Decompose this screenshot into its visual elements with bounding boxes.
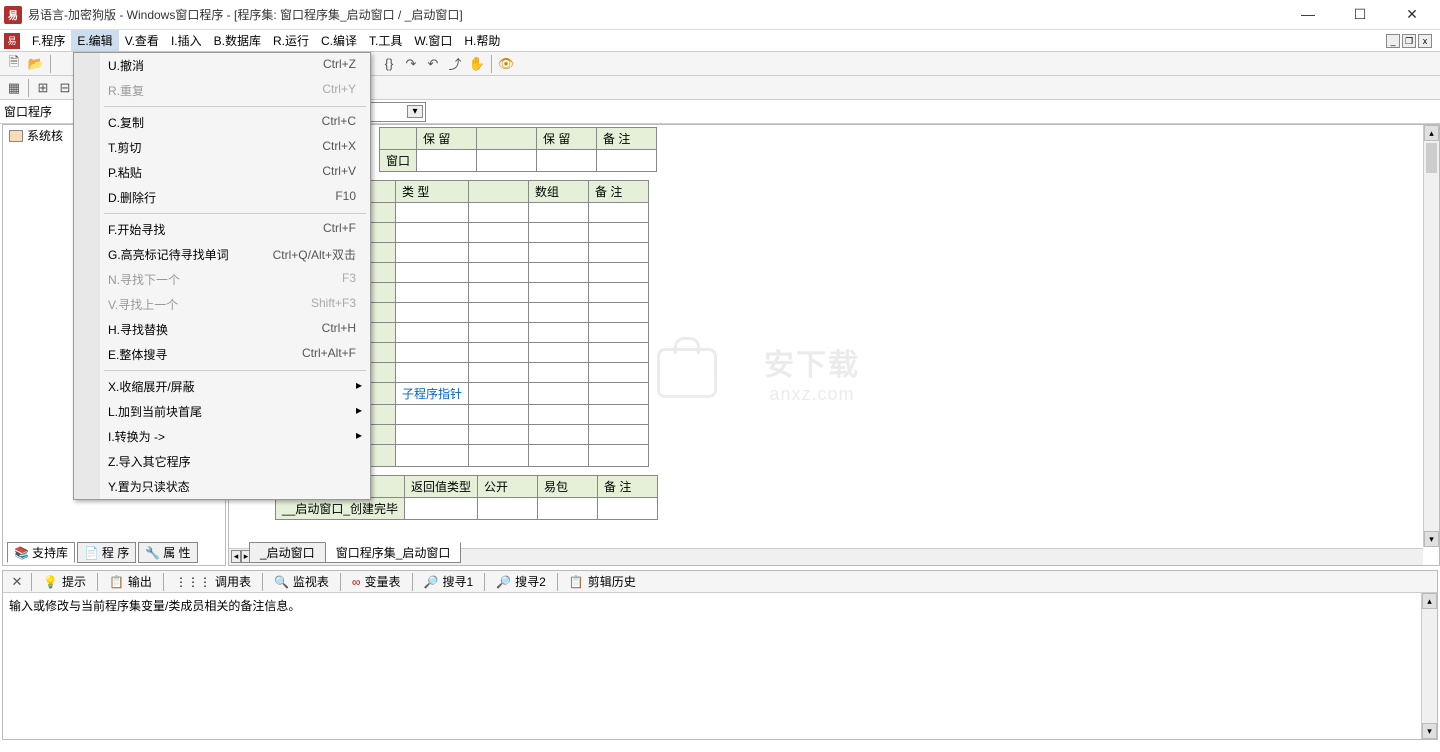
scroll-down-icon[interactable]: ▾ [1424, 531, 1439, 547]
grid-icon[interactable]: ▦ [4, 78, 24, 98]
btab-output[interactable]: 📋输出 [102, 570, 159, 593]
menu-compile[interactable]: C.编译 [315, 30, 363, 51]
scroll-up-icon[interactable]: ▴ [1422, 593, 1437, 609]
bracket2-icon[interactable]: {} [379, 54, 399, 74]
separator [50, 55, 51, 73]
menu-program[interactable]: F.程序 [26, 30, 71, 51]
titlebar: 易 易语言-加密狗版 - Windows窗口程序 - [程序集: 窗口程序集_启… [0, 0, 1440, 30]
editor-tab-2[interactable]: 窗口程序集_启动窗口 [325, 542, 462, 563]
tree-root-label: 系统核 [27, 127, 63, 144]
scroll-down-icon[interactable]: ▾ [1422, 723, 1437, 739]
menu-item[interactable]: L.加到当前块首尾▸ [74, 399, 370, 424]
menu-item: N.寻找下一个F3 [74, 267, 370, 292]
menu-item[interactable]: H.寻找替换Ctrl+H [74, 317, 370, 342]
menu-item[interactable]: I.转换为 ->▸ [74, 424, 370, 449]
vscroll[interactable]: ▴ ▾ [1423, 125, 1439, 547]
menu-item[interactable]: Y.置为只读状态 [74, 474, 370, 499]
step3-icon[interactable]: ⤴ [445, 54, 465, 74]
folder-icon [9, 130, 23, 142]
tab-prev-icon[interactable]: ◂ [231, 550, 241, 563]
menu-edit[interactable]: E.编辑 [71, 30, 118, 51]
menu-item: R.重复Ctrl+Y [74, 78, 370, 103]
menu-item[interactable]: C.复制Ctrl+C [74, 110, 370, 135]
menu-run[interactable]: R.运行 [267, 30, 315, 51]
btab-cliphist[interactable]: 📋剪辑历史 [562, 570, 643, 593]
menu-item[interactable]: E.整体搜寻Ctrl+Alt+F [74, 342, 370, 367]
mdi-minimize[interactable]: _ [1386, 34, 1400, 48]
menu-item[interactable]: D.删除行F10 [74, 185, 370, 210]
submenu-arrow-icon: ▸ [356, 428, 362, 442]
editor-tabs: _启动窗口 窗口程序集_启动窗口 [249, 542, 460, 563]
person-icon[interactable]: 👁 [496, 54, 516, 74]
submenu-arrow-icon: ▸ [356, 403, 362, 417]
app-icon-small: 易 [4, 33, 20, 49]
menu-item[interactable]: G.高亮标记待寻找单词Ctrl+Q/Alt+双击 [74, 242, 370, 267]
bottom-panel: ✕ 💡提示 📋输出 ⋮⋮⋮调用表 🔍监视表 ∞变量表 🔎搜寻1 🔎搜寻2 📋剪辑… [2, 570, 1438, 740]
mdi-close[interactable]: x [1418, 34, 1432, 48]
align2-icon[interactable]: ⊟ [55, 78, 75, 98]
step-icon[interactable]: ↷ [401, 54, 421, 74]
close-button[interactable]: ✕ [1398, 6, 1426, 23]
btab-search2[interactable]: 🔎搜寻2 [489, 570, 553, 593]
maximize-button[interactable]: ☐ [1346, 6, 1374, 23]
menu-window[interactable]: W.窗口 [408, 30, 458, 51]
mdi-restore[interactable]: ❐ [1402, 34, 1416, 48]
step2-icon[interactable]: ↶ [423, 54, 443, 74]
menu-item[interactable]: F.开始寻找Ctrl+F [74, 217, 370, 242]
close-panel-icon[interactable]: ✕ [7, 572, 27, 592]
align-icon[interactable]: ⊞ [33, 78, 53, 98]
open-icon[interactable]: 📂 [26, 54, 46, 74]
btab-watch[interactable]: 🔍监视表 [267, 570, 336, 593]
menubar: 易 F.程序 E.编辑 V.查看 I.插入 B.数据库 R.运行 C.编译 T.… [0, 30, 1440, 52]
grid-1[interactable]: 保 留保 留备 注 窗口 [379, 127, 657, 172]
menu-item[interactable]: P.粘贴Ctrl+V [74, 160, 370, 185]
separator [28, 79, 29, 97]
sidetab-support[interactable]: 📚支持库 [7, 542, 75, 563]
hand-icon[interactable]: ✋ [467, 54, 487, 74]
mdi-controls: _ ❐ x [1386, 34, 1436, 48]
bottom-tabs: ✕ 💡提示 📋输出 ⋮⋮⋮调用表 🔍监视表 ∞变量表 🔎搜寻1 🔎搜寻2 📋剪辑… [3, 571, 1437, 593]
btab-vars[interactable]: ∞变量表 [345, 570, 408, 593]
separator [31, 573, 32, 591]
hint-text: 输入或修改与当前程序集变量/类成员相关的备注信息。 [9, 599, 300, 613]
menu-item[interactable]: U.撤消Ctrl+Z [74, 53, 370, 78]
btab-calltable[interactable]: ⋮⋮⋮调用表 [168, 570, 258, 593]
sidetab-props[interactable]: 🔧属 性 [138, 542, 197, 563]
separator [491, 55, 492, 73]
bottom-content: 输入或修改与当前程序集变量/类成员相关的备注信息。 ▴ ▾ [3, 593, 1437, 739]
menu-help[interactable]: H.帮助 [458, 30, 506, 51]
edit-menu-dropdown: U.撤消Ctrl+ZR.重复Ctrl+Y C.复制Ctrl+CT.剪切Ctrl+X… [73, 52, 371, 500]
menu-item[interactable]: X.收缩展开/屏蔽▸ [74, 374, 370, 399]
bottom-vscroll[interactable]: ▴ ▾ [1421, 593, 1437, 739]
editor-tab-nav: ◂ ▸ [231, 550, 251, 563]
app-icon: 易 [4, 6, 22, 24]
sidetab-program[interactable]: 📄程 序 [77, 542, 136, 563]
menu-database[interactable]: B.数据库 [208, 30, 267, 51]
editor-area: 保 留保 留备 注 窗口 类 型数组备 注 子程序指针 供货商 子程序名返回值类… [228, 124, 1440, 566]
sidebar-tabs: 📚支持库 📄程 序 🔧属 性 [7, 542, 198, 563]
menu-item[interactable]: T.剪切Ctrl+X [74, 135, 370, 160]
menu-item: V.寻找上一个Shift+F3 [74, 292, 370, 317]
menu-insert[interactable]: I.插入 [165, 30, 208, 51]
submenu-arrow-icon: ▸ [356, 378, 362, 392]
minimize-button[interactable]: — [1294, 6, 1322, 23]
scroll-thumb[interactable] [1426, 143, 1437, 173]
menu-tools[interactable]: T.工具 [363, 30, 408, 51]
breadcrumb-label: 窗口程序 [4, 103, 52, 120]
window-title: 易语言-加密狗版 - Windows窗口程序 - [程序集: 窗口程序集_启动窗… [28, 6, 1294, 23]
btab-hint[interactable]: 💡提示 [36, 570, 93, 593]
new-icon[interactable]: 🗎 [4, 54, 24, 74]
menu-view[interactable]: V.查看 [119, 30, 165, 51]
scroll-up-icon[interactable]: ▴ [1424, 125, 1439, 141]
editor-tab-1[interactable]: _启动窗口 [249, 542, 326, 563]
menu-item[interactable]: Z.导入其它程序 [74, 449, 370, 474]
window-controls: — ☐ ✕ [1294, 6, 1436, 23]
btab-search1[interactable]: 🔎搜寻1 [417, 570, 481, 593]
